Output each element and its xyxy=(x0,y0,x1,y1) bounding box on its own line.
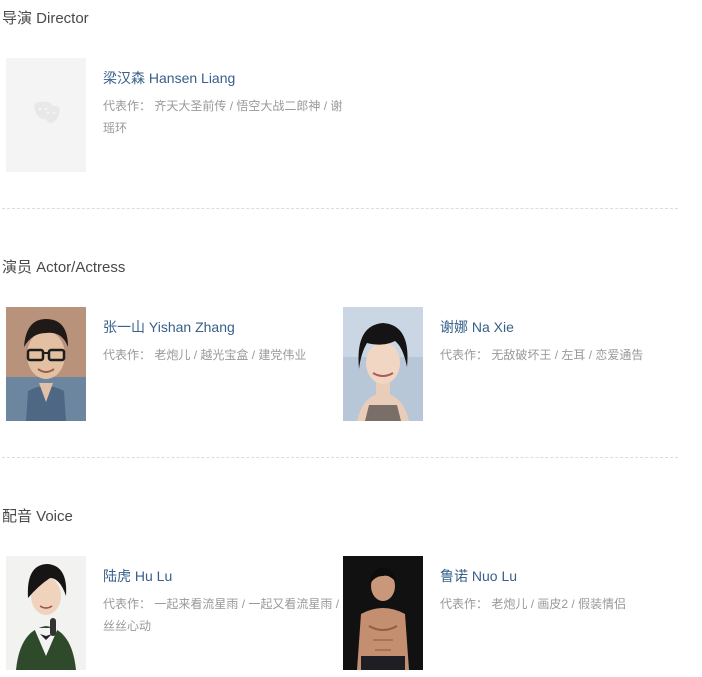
representative-works: 代表作： 无敌破坏王 / 左耳 / 恋爱通告 xyxy=(440,344,682,366)
person-card-actor-2: 谢娜 Na Xie 代表作： 无敌破坏王 / 左耳 / 恋爱通告 xyxy=(343,307,673,423)
work-link[interactable]: 恋爱通告 xyxy=(595,348,643,362)
works-separator: / xyxy=(332,597,340,611)
work-link[interactable]: 一起来看流星雨 xyxy=(154,597,238,611)
works-label: 代表作： xyxy=(103,348,152,362)
works-separator: / xyxy=(527,597,538,611)
section-divider xyxy=(2,208,678,209)
person-name-link[interactable]: 鲁诺 Nuo Lu xyxy=(440,566,517,586)
avatar-photo[interactable] xyxy=(343,556,423,670)
works-separator: / xyxy=(551,348,562,362)
works-label: 代表作： xyxy=(440,597,489,611)
person-name-link[interactable]: 张一山 Yishan Zhang xyxy=(103,317,235,337)
person-card-actor-1: 张一山 Yishan Zhang 代表作： 老炮儿 / 越光宝盒 / 建党伟业 xyxy=(6,307,336,423)
work-link[interactable]: 建党伟业 xyxy=(258,348,306,362)
representative-works: 代表作： 齐天大圣前传 / 悟空大战二郎神 / 谢瑶环 xyxy=(103,95,345,139)
works-separator: / xyxy=(585,348,596,362)
work-link[interactable]: 悟空大战二郎神 xyxy=(236,99,320,113)
work-link[interactable]: 越光宝盒 xyxy=(200,348,248,362)
person-card-director: 梁汉森 Hansen Liang 代表作： 齐天大圣前传 / 悟空大战二郎神 /… xyxy=(6,58,342,174)
work-link[interactable]: 齐天大圣前传 xyxy=(154,99,226,113)
works-separator: / xyxy=(226,99,237,113)
person-name-link[interactable]: 梁汉森 Hansen Liang xyxy=(103,68,235,88)
representative-works: 代表作： 老炮儿 / 越光宝盒 / 建党伟业 xyxy=(103,344,345,366)
works-separator: / xyxy=(238,597,249,611)
works-label: 代表作： xyxy=(103,99,152,113)
works-separator: / xyxy=(248,348,259,362)
portrait-photo xyxy=(6,307,86,421)
work-link[interactable]: 假装情侣 xyxy=(578,597,626,611)
representative-works: 代表作： 一起来看流星雨 / 一起又看流星雨 / 丝丝心动 xyxy=(103,593,345,637)
representative-works: 代表作： 老炮儿 / 画皮2 / 假装情侣 xyxy=(440,593,682,615)
avatar-photo[interactable] xyxy=(343,307,423,421)
section-divider xyxy=(2,457,678,458)
works-separator: / xyxy=(320,99,331,113)
portrait-photo xyxy=(343,307,423,421)
work-link[interactable]: 老炮儿 xyxy=(154,348,190,362)
person-name-link[interactable]: 谢娜 Na Xie xyxy=(440,317,514,337)
works-label: 代表作： xyxy=(103,597,152,611)
works-separator: / xyxy=(190,348,201,362)
person-name-link[interactable]: 陆虎 Hu Lu xyxy=(103,566,172,586)
section-title-actors: 演员 Actor/Actress xyxy=(2,259,126,276)
theater-masks-icon xyxy=(6,58,86,172)
work-link[interactable]: 丝丝心动 xyxy=(103,619,151,633)
avatar-photo[interactable] xyxy=(6,556,86,670)
work-link[interactable]: 一起又看流星雨 xyxy=(248,597,332,611)
work-link[interactable]: 画皮2 xyxy=(537,597,568,611)
section-title-voice: 配音 Voice xyxy=(2,508,73,525)
avatar-photo[interactable] xyxy=(6,307,86,421)
work-link[interactable]: 无敌破坏王 xyxy=(491,348,551,362)
section-title-director: 导演 Director xyxy=(2,10,89,27)
portrait-photo xyxy=(6,556,86,670)
person-card-voice-1: 陆虎 Hu Lu 代表作： 一起来看流星雨 / 一起又看流星雨 / 丝丝心动 xyxy=(6,556,339,672)
work-link[interactable]: 老炮儿 xyxy=(491,597,527,611)
work-link[interactable]: 左耳 xyxy=(561,348,585,362)
person-card-voice-2: 鲁诺 Nuo Lu 代表作： 老炮儿 / 画皮2 / 假装情侣 xyxy=(343,556,673,672)
works-separator: / xyxy=(568,597,579,611)
portrait-photo xyxy=(343,556,423,670)
works-label: 代表作： xyxy=(440,348,489,362)
avatar-placeholder[interactable] xyxy=(6,58,86,172)
